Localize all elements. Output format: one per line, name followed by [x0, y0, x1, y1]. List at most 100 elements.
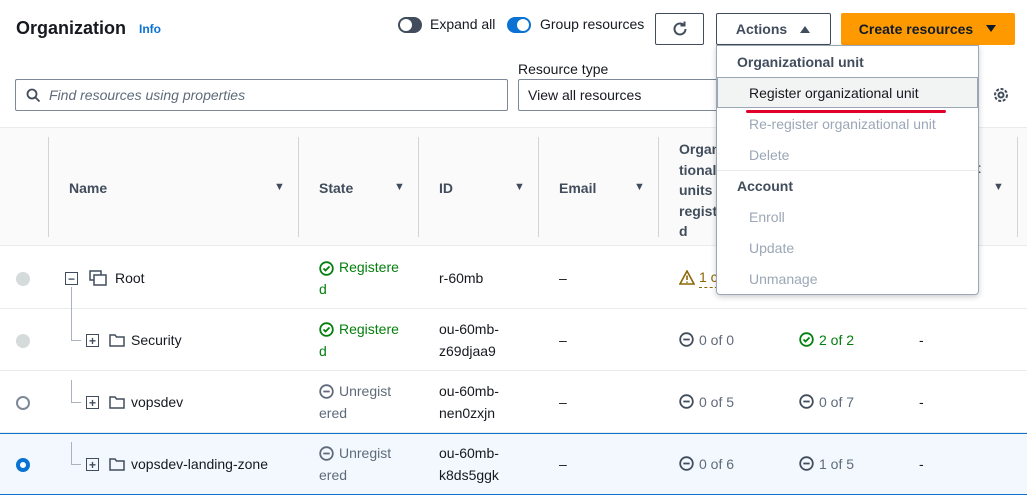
email-text: –	[559, 332, 567, 348]
extra-text: -	[919, 332, 924, 348]
sort-state-icon[interactable]: ▼	[394, 181, 405, 193]
column-divider	[48, 137, 49, 237]
id-text-wrap: k8ds5ggk	[439, 467, 499, 483]
state-text-wrap: d	[319, 281, 327, 297]
info-link[interactable]: Info	[139, 22, 161, 36]
row-radio	[16, 334, 30, 348]
extra-text: -	[919, 456, 924, 472]
state-text: Unregist	[339, 445, 392, 461]
id-text: ou-60mb-	[439, 321, 499, 337]
folder-icon	[109, 395, 125, 409]
folder-icon	[109, 333, 125, 347]
expand-icon[interactable]: +	[86, 396, 99, 409]
state-text: Registere	[339, 259, 399, 275]
sort-name-icon[interactable]: ▼	[274, 181, 285, 193]
sort-id-icon[interactable]: ▼	[514, 181, 525, 193]
success-icon	[799, 332, 814, 347]
resource-type-value: View all resources	[528, 87, 642, 103]
column-id[interactable]: ID	[439, 180, 453, 196]
expand-icon[interactable]: +	[86, 334, 99, 347]
column-ou-line: regist	[679, 202, 718, 219]
expand-icon[interactable]: +	[86, 458, 99, 471]
tree-line	[71, 340, 81, 341]
group-resources-label: Group resources	[540, 16, 645, 32]
gear-icon[interactable]	[992, 86, 1010, 104]
row-radio-selected[interactable]	[16, 458, 30, 472]
neutral-icon	[679, 456, 694, 471]
refresh-button[interactable]	[655, 13, 704, 45]
resource-type-label: Resource type	[518, 61, 609, 77]
column-organizational-units[interactable]: Organ tional units regist d	[679, 139, 720, 242]
row-radio[interactable]	[16, 396, 30, 410]
search-icon	[26, 88, 41, 103]
extra-text: -	[919, 394, 924, 410]
menu-group-organizational-unit: Organizational unit	[737, 54, 864, 70]
actions-button[interactable]: Actions	[716, 13, 831, 45]
collapse-icon[interactable]: −	[65, 272, 78, 285]
row-name-link[interactable]: vopsdev	[131, 391, 183, 413]
menu-group-account: Account	[737, 178, 793, 194]
neutral-icon	[679, 394, 694, 409]
search-placeholder: Find resources using properties	[49, 87, 246, 103]
refresh-icon	[671, 20, 689, 38]
tree-line	[71, 402, 81, 403]
annotation-underline	[746, 110, 946, 113]
column-email[interactable]: Email	[559, 180, 596, 196]
expand-all-label: Expand all	[430, 16, 496, 32]
tree-line	[71, 464, 81, 465]
state-text: Unregist	[339, 383, 392, 399]
tree-line	[71, 287, 72, 340]
menu-item-register-ou[interactable]: Register organizational unit	[749, 85, 919, 101]
column-ou-line: d	[679, 223, 688, 239]
folder-icon	[109, 457, 125, 471]
accounts-count: 2 of 2	[819, 332, 855, 348]
state-text-wrap: d	[319, 343, 327, 359]
search-input[interactable]: Find resources using properties	[15, 79, 508, 111]
expand-all-toggle[interactable]	[398, 17, 422, 33]
id-text: r-60mb	[439, 270, 484, 286]
menu-item-reregister-ou: Re-register organizational unit	[749, 116, 936, 132]
state-text-wrap: ered	[319, 405, 348, 421]
menu-item-unmanage: Unmanage	[749, 271, 818, 287]
column-ou-line: tional	[679, 161, 717, 178]
email-text: –	[559, 456, 567, 472]
actions-label: Actions	[735, 21, 788, 37]
sort-email-icon[interactable]: ▼	[634, 181, 645, 193]
id-text-wrap: nen0zxjn	[439, 405, 496, 421]
neutral-icon	[679, 332, 694, 347]
ou-count: 0 of 0	[699, 332, 735, 348]
menu-item-enroll: Enroll	[749, 209, 785, 225]
column-divider	[658, 137, 659, 237]
column-ou-line: Organ	[679, 141, 721, 157]
group-resources-toggle[interactable]	[507, 17, 531, 33]
caret-up-icon	[799, 24, 811, 34]
warning-icon	[679, 270, 695, 285]
column-state[interactable]: State	[319, 180, 353, 196]
column-divider	[538, 137, 539, 237]
tree-line	[71, 380, 72, 402]
row-name-link[interactable]: Root	[115, 267, 145, 289]
row-name-link[interactable]: vopsdev-landing-zone	[131, 453, 268, 475]
ou-warning-text[interactable]: 1 c	[699, 267, 718, 288]
create-resources-button[interactable]: Create resources	[841, 13, 1015, 45]
id-text: ou-60mb-	[439, 445, 499, 461]
column-name[interactable]: Name	[69, 180, 107, 196]
success-icon	[319, 322, 334, 337]
state-text: Registere	[339, 321, 399, 337]
menu-divider	[717, 170, 978, 171]
neutral-icon	[799, 456, 814, 471]
ou-count: 0 of 5	[699, 394, 735, 410]
column-divider	[1017, 137, 1018, 237]
organization-icon	[89, 270, 107, 286]
email-text: –	[559, 394, 567, 410]
tree-line	[71, 442, 72, 464]
sort-last-icon[interactable]: ▼	[993, 181, 1004, 193]
actions-dropdown-menu: Organizational unit Register organizatio…	[716, 45, 979, 295]
row-name-link[interactable]: Security	[131, 329, 182, 351]
accounts-count: 1 of 5	[819, 456, 855, 472]
id-text: ou-60mb-	[439, 383, 499, 399]
accounts-count: 0 of 7	[819, 394, 855, 410]
resource-type-select[interactable]: View all resources	[518, 79, 718, 111]
neutral-icon	[319, 384, 334, 399]
row-radio	[16, 272, 30, 286]
